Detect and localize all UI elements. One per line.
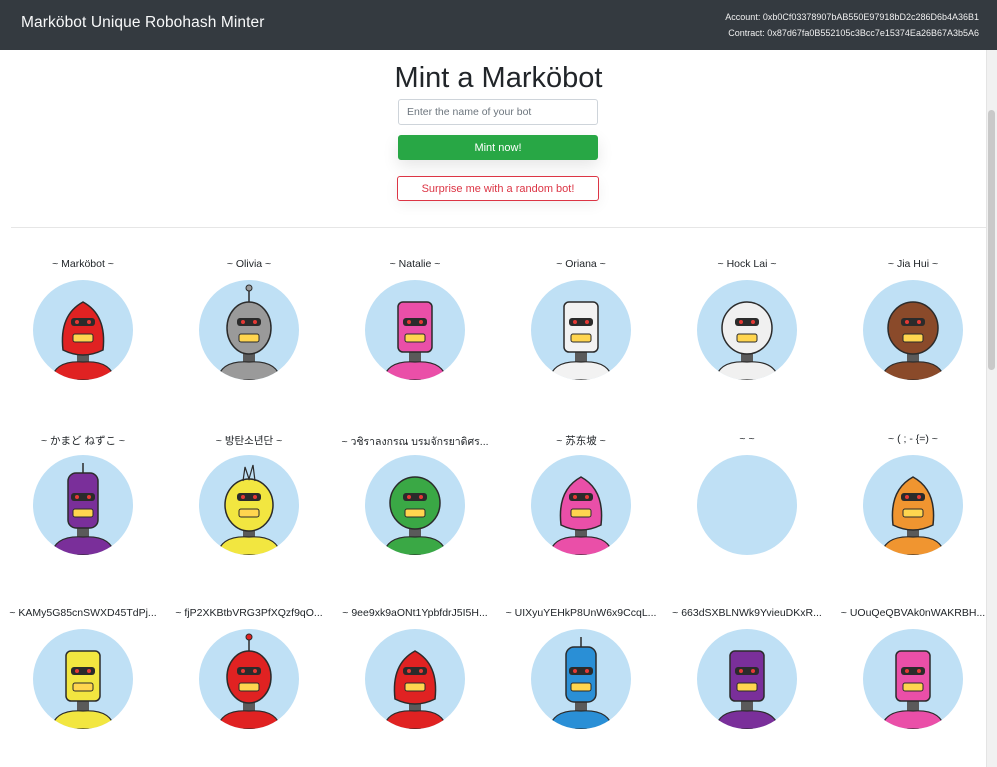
- bot-card[interactable]: ~ UOuQeQBVAk0nWAKRBH...: [833, 607, 993, 757]
- bot-name: ~ UIXyuYEHkP8UnW6x9CcqL...: [505, 607, 657, 619]
- bot-avatar[interactable]: [863, 280, 963, 380]
- bot-avatar[interactable]: [33, 455, 133, 555]
- bot-avatar[interactable]: [863, 629, 963, 729]
- bot-card[interactable]: ~ 방탄소년단 ~: [169, 433, 329, 583]
- bot-avatar[interactable]: [531, 629, 631, 729]
- bot-card[interactable]: ~ Olivia ~: [169, 258, 329, 408]
- bot-name: ~ KAMy5G85cnSWXD45TdPj...: [9, 607, 157, 619]
- bot-name: ~ 苏东坡 ~: [556, 435, 606, 447]
- bot-name: ~ Marköbot ~: [52, 258, 114, 270]
- bot-card[interactable]: ~ fjP2XKBtbVRG3PfXQzf9qO...: [169, 607, 329, 757]
- bot-name: ~ UOuQeQBVAk0nWAKRBH...: [840, 607, 986, 619]
- bot-name: ~ Natalie ~: [389, 258, 441, 270]
- bot-avatar[interactable]: [199, 629, 299, 729]
- bot-name: ~ วชิราลงกรณ บรมจักรยาดิศร...: [341, 436, 489, 448]
- bot-avatar[interactable]: [365, 629, 465, 729]
- navbar: Marköbot Unique Robohash Minter Account:…: [0, 0, 997, 50]
- bot-card[interactable]: ~ 663dSXBLNWk9YvieuDKxR...: [667, 607, 827, 757]
- bot-name: ~ Oriana ~: [556, 258, 606, 270]
- bot-card[interactable]: ~ 9ee9xk9aONt1YpbfdrJ5I5H...: [335, 607, 495, 757]
- bot-card[interactable]: ~ ( ; - {=) ~: [833, 433, 993, 583]
- bot-name-input[interactable]: [398, 99, 598, 125]
- bot-avatar[interactable]: [863, 455, 963, 555]
- bot-card[interactable]: ~ 苏东坡 ~: [501, 433, 661, 583]
- bot-name: ~ fjP2XKBtbVRG3PfXQzf9qO...: [175, 607, 323, 619]
- bot-card[interactable]: ~ Natalie ~: [335, 258, 495, 408]
- bot-avatar[interactable]: [531, 280, 631, 380]
- bot-name: ~ Hock Lai ~: [717, 258, 777, 270]
- bot-avatar[interactable]: [531, 455, 631, 555]
- bot-name: ~ 방탄소년단 ~: [215, 435, 283, 447]
- bot-name: ~ かまど ねずこ ~: [40, 435, 125, 447]
- page-title: Mint a Marköbot: [394, 62, 603, 94]
- contract-address: Contract: 0x87d67fa0B552105c3Bcc7e15374E…: [728, 28, 979, 38]
- bot-avatar[interactable]: [697, 455, 797, 555]
- bot-name: ~ 9ee9xk9aONt1YpbfdrJ5I5H...: [342, 607, 488, 619]
- bot-card[interactable]: ~ Hock Lai ~: [667, 258, 827, 408]
- app-title[interactable]: Marköbot Unique Robohash Minter: [21, 14, 264, 32]
- bot-avatar[interactable]: [199, 280, 299, 380]
- account-address: Account: 0xb0Cf03378907bAB550E97918bD2c2…: [725, 12, 979, 22]
- bot-card[interactable]: ~ Oriana ~: [501, 258, 661, 408]
- divider: [11, 227, 986, 228]
- bot-avatar[interactable]: [697, 280, 797, 380]
- bot-name: ~ Jia Hui ~: [887, 258, 939, 270]
- bot-avatar[interactable]: [365, 455, 465, 555]
- bot-card[interactable]: ~ KAMy5G85cnSWXD45TdPj...: [3, 607, 163, 757]
- bot-avatar[interactable]: [697, 629, 797, 729]
- bot-avatar[interactable]: [199, 455, 299, 555]
- bot-card[interactable]: ~ วชิราลงกรณ บรมจักรยาดิศร...: [335, 433, 495, 583]
- bot-avatar[interactable]: [33, 280, 133, 380]
- bot-card[interactable]: ~ かまど ねずこ ~: [3, 433, 163, 583]
- bot-name: ~ Olivia ~: [226, 258, 272, 270]
- bot-avatar[interactable]: [33, 629, 133, 729]
- bot-card[interactable]: ~ Marköbot ~: [3, 258, 163, 408]
- bot-card[interactable]: ~ Jia Hui ~: [833, 258, 993, 408]
- bot-name: ~ ~: [739, 433, 755, 445]
- bot-card[interactable]: ~ ~: [667, 433, 827, 583]
- random-bot-button[interactable]: Surprise me with a random bot!: [397, 176, 599, 201]
- bot-name: ~ ( ; - {=) ~: [888, 433, 938, 445]
- bot-card[interactable]: ~ UIXyuYEHkP8UnW6x9CcqL...: [501, 607, 661, 757]
- mint-button[interactable]: Mint now!: [398, 135, 598, 160]
- bot-avatar[interactable]: [365, 280, 465, 380]
- bot-name: ~ 663dSXBLNWk9YvieuDKxR...: [672, 607, 822, 619]
